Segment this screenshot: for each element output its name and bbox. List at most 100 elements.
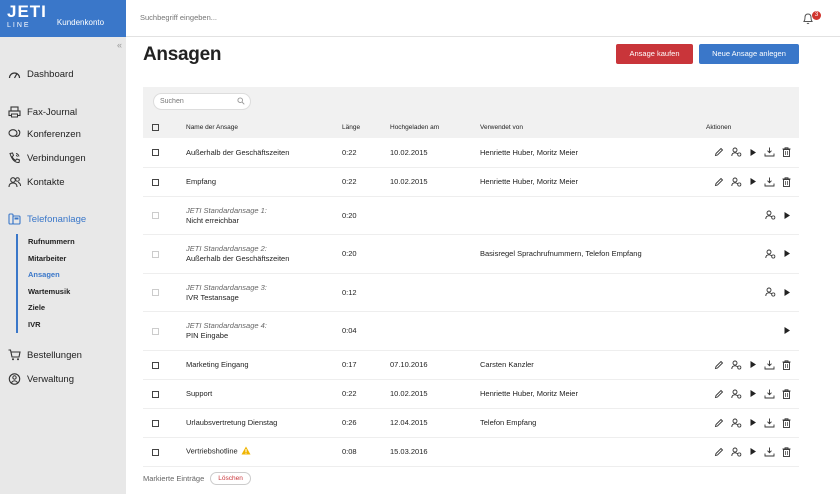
- play-icon[interactable]: [783, 288, 791, 297]
- global-search-input[interactable]: [140, 13, 340, 22]
- play-icon[interactable]: [749, 360, 757, 369]
- announcement-used-by: Henriette Huber, Moritz Meier: [480, 379, 674, 409]
- subnav-wartemusik[interactable]: Wartemusik: [28, 284, 75, 301]
- table-row[interactable]: JETI Standardansage 2: Außerhalb der Gesc…: [143, 234, 799, 274]
- subnav-ziele[interactable]: Ziele: [28, 300, 75, 317]
- header-length[interactable]: Länge: [342, 117, 390, 138]
- assign-user-icon[interactable]: [731, 177, 742, 187]
- row-checkbox: [152, 289, 159, 297]
- edit-icon[interactable]: [714, 447, 724, 457]
- table-row[interactable]: JETI Standardansage 3: IVR Testansage 0:12: [143, 273, 799, 312]
- announcement-uploaded: 10.02.2015: [390, 379, 480, 409]
- row-checkbox[interactable]: [152, 178, 159, 186]
- row-checkbox[interactable]: [152, 361, 159, 369]
- table-header-row: Name der Ansage Länge Hochgeladen am Ver…: [143, 117, 799, 138]
- table-row[interactable]: JETI Standardansage 1: Nicht erreichbar 0:…: [143, 196, 799, 235]
- table-row[interactable]: Support 0:22 10.02.2015 Henriette Huber, Mo…: [143, 379, 799, 409]
- nav-verwaltung[interactable]: Verwaltung: [8, 373, 74, 385]
- play-icon[interactable]: [783, 211, 791, 220]
- play-icon[interactable]: [749, 418, 757, 427]
- row-checkbox[interactable]: [152, 448, 159, 456]
- play-icon[interactable]: [749, 177, 757, 186]
- announcement-uploaded: 10.02.2015: [390, 138, 480, 168]
- select-all-checkbox[interactable]: [152, 123, 159, 131]
- nav-fax-journal[interactable]: Fax-Journal: [8, 106, 77, 118]
- nav-telefonanlage[interactable]: Telefonanlage: [8, 213, 86, 225]
- edit-icon[interactable]: [714, 147, 724, 157]
- subnav-ivr[interactable]: IVR: [28, 317, 75, 334]
- logo[interactable]: JETI LINE Kundenkonto: [0, 0, 126, 37]
- edit-icon[interactable]: [714, 418, 724, 428]
- subnav-rufnummern[interactable]: Rufnummern: [28, 234, 75, 251]
- header-used-by[interactable]: Verwendet von: [480, 117, 674, 138]
- download-icon[interactable]: [764, 389, 775, 399]
- row-checkbox[interactable]: [152, 419, 159, 427]
- nav-dashboard[interactable]: Dashboard: [8, 68, 73, 80]
- download-icon[interactable]: [764, 447, 775, 457]
- nav-konferenzen[interactable]: Konferenzen: [8, 128, 81, 140]
- play-icon[interactable]: [749, 148, 757, 157]
- announcement-length: 0:08: [342, 437, 390, 467]
- announcement-used-by: Telefon Empfang: [480, 408, 674, 438]
- contacts-icon: [8, 176, 22, 188]
- play-icon[interactable]: [749, 389, 757, 398]
- announcement-length: 0:20: [342, 196, 390, 235]
- row-checkbox[interactable]: [152, 149, 159, 157]
- play-icon[interactable]: [783, 249, 791, 258]
- delete-button[interactable]: Löschen: [210, 472, 251, 485]
- user-circle-icon: [8, 373, 22, 385]
- table-row[interactable]: Vertriebshotline 0:08 15.03.2016: [143, 437, 799, 467]
- assign-user-icon[interactable]: [765, 249, 776, 259]
- assign-user-icon[interactable]: [731, 147, 742, 157]
- subnav-mitarbeiter[interactable]: Mitarbeiter: [28, 251, 75, 268]
- download-icon[interactable]: [764, 177, 775, 187]
- assign-user-icon[interactable]: [731, 389, 742, 399]
- trash-icon[interactable]: [782, 417, 791, 428]
- edit-icon[interactable]: [714, 177, 724, 187]
- header-name[interactable]: Name der Ansage: [186, 117, 342, 138]
- play-icon[interactable]: [783, 326, 791, 335]
- new-announcement-button[interactable]: Neue Ansage anlegen: [699, 44, 799, 64]
- assign-user-icon[interactable]: [731, 360, 742, 370]
- table-row[interactable]: Außerhalb der Geschäftszeiten 0:22 10.02.2…: [143, 138, 799, 168]
- assign-user-icon[interactable]: [731, 418, 742, 428]
- table-row[interactable]: JETI Standardansage 4: PIN Eingabe 0:04: [143, 311, 799, 351]
- download-icon[interactable]: [764, 147, 775, 157]
- edit-icon[interactable]: [714, 389, 724, 399]
- subnav-ansagen[interactable]: Ansagen: [28, 267, 75, 284]
- header-uploaded[interactable]: Hochgeladen am: [390, 117, 480, 138]
- row-checkbox[interactable]: [152, 390, 159, 398]
- table-row[interactable]: Marketing Eingang 0:17 07.10.2016 Carsten K…: [143, 350, 799, 380]
- table-row[interactable]: Urlaubsvertretung Dienstag 0:26 12.04.2015…: [143, 408, 799, 438]
- download-icon[interactable]: [764, 418, 775, 428]
- assign-user-icon[interactable]: [731, 447, 742, 457]
- trash-icon[interactable]: [782, 147, 791, 158]
- nav-dashboard-label: Dashboard: [27, 68, 74, 80]
- standard-label: JETI Standardansage 3:: [186, 282, 267, 292]
- search-icon[interactable]: [237, 97, 245, 105]
- notification-badge[interactable]: 3: [812, 11, 821, 20]
- buy-announcement-button[interactable]: Ansage kaufen: [616, 44, 693, 64]
- download-icon[interactable]: [764, 360, 775, 370]
- logo-mark: JETI LINE: [7, 1, 47, 29]
- cart-icon: [8, 349, 22, 361]
- row-actions: [674, 326, 799, 335]
- trash-icon[interactable]: [782, 176, 791, 187]
- play-icon[interactable]: [749, 447, 757, 456]
- nav-kontakte[interactable]: Kontakte: [8, 176, 65, 188]
- assign-user-icon[interactable]: [765, 287, 776, 297]
- edit-icon[interactable]: [714, 360, 724, 370]
- announcement-used-by: Basisregel Sprachrufnummern, Telefon Emp…: [480, 234, 674, 274]
- announcement-length: 0:22: [342, 379, 390, 409]
- announcement-name: Außerhalb der Geschäftszeiten: [186, 254, 290, 264]
- collapse-sidebar-icon[interactable]: «: [117, 40, 122, 50]
- table-row[interactable]: Empfang 0:22 10.02.2015 Henriette Huber, Mo…: [143, 167, 799, 197]
- nav-bestellungen[interactable]: Bestellungen: [8, 349, 82, 361]
- trash-icon[interactable]: [782, 446, 791, 457]
- announcement-name: Außerhalb der Geschäftszeiten: [186, 147, 290, 157]
- row-checkbox: [152, 212, 159, 220]
- nav-verbindungen[interactable]: Verbindungen: [8, 152, 86, 164]
- trash-icon[interactable]: [782, 388, 791, 399]
- trash-icon[interactable]: [782, 359, 791, 370]
- assign-user-icon[interactable]: [765, 210, 776, 220]
